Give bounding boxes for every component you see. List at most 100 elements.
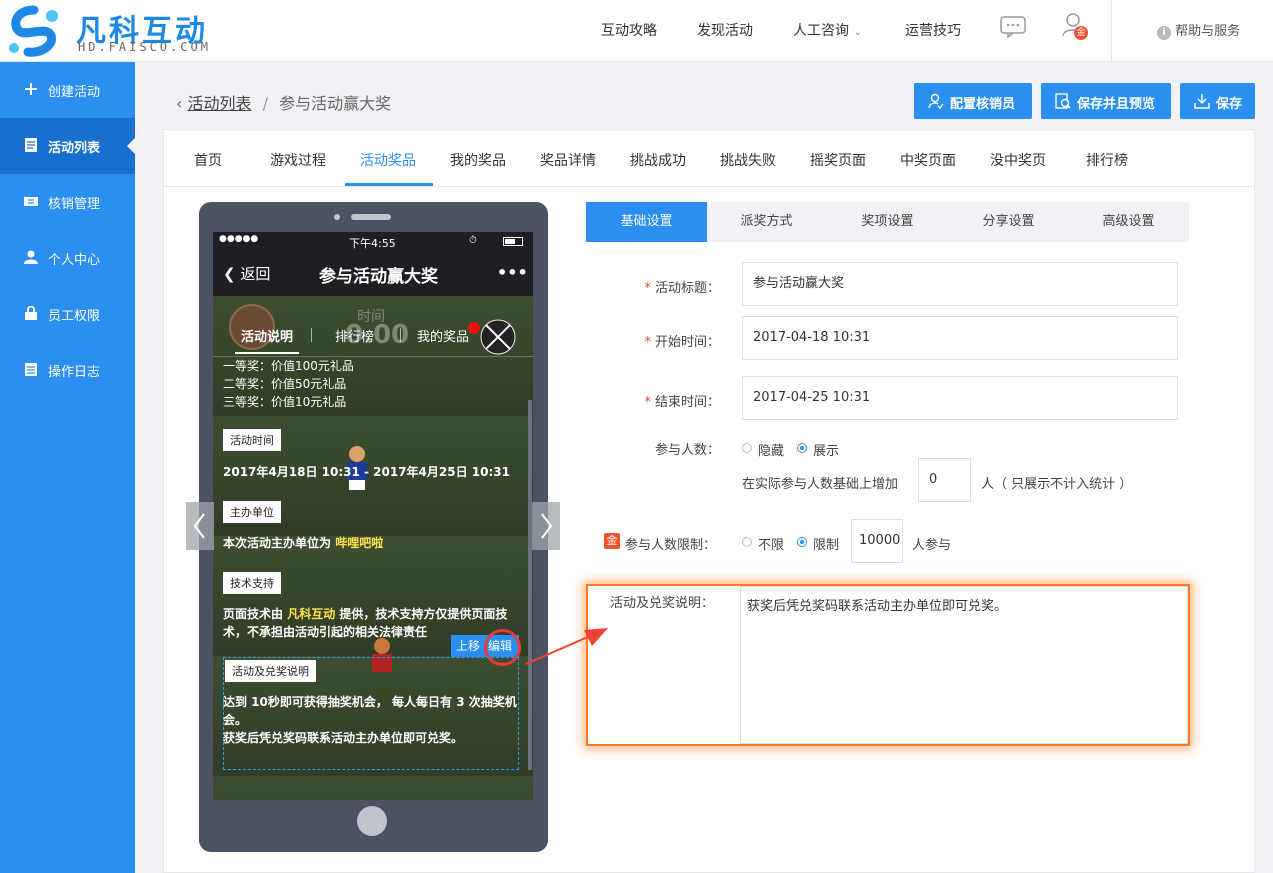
tab-prize-detail[interactable]: 奖品详情 — [540, 150, 596, 170]
tab-leaderboard[interactable]: 排行榜 — [1086, 150, 1128, 170]
message-icon[interactable] — [1000, 16, 1026, 38]
phone-camera — [334, 214, 340, 220]
chevron-left-icon[interactable]: ‹ — [176, 94, 182, 113]
tab-no-win-page[interactable]: 没中奖页 — [990, 150, 1046, 170]
participants-label: 参与人数： — [654, 443, 720, 458]
topnav-consult-label: 人工咨询 — [793, 23, 849, 39]
account-menu[interactable]: 金 — [1062, 13, 1088, 41]
sidebar-item-staff[interactable]: 员工权限 — [0, 286, 135, 342]
sidebar-item-log[interactable]: 操作日志 — [0, 342, 135, 398]
tab-game-process[interactable]: 游戏过程 — [270, 150, 326, 170]
tab-win-page[interactable]: 中奖页面 — [900, 150, 956, 170]
settings-tab-share[interactable]: 分享设置 — [948, 202, 1069, 242]
tab-lottery-page[interactable]: 摇奖页面 — [810, 150, 866, 170]
end-label-text: 结束时间： — [654, 395, 720, 410]
host-text-prefix: 本次活动主办单位为 — [223, 536, 332, 550]
sidebar-item-label: 操作日志 — [48, 365, 101, 380]
sidebar-item-label: 个人中心 — [48, 253, 101, 268]
more-icon[interactable]: ••• — [497, 263, 528, 282]
required-mark: * — [644, 281, 651, 296]
top-bar: 凡科互动 HD.FAISCO.COM 互动攻略 发现活动 人工咨询 ⌄ 运营技巧… — [0, 0, 1273, 62]
participants-extra-input[interactable]: 0 — [918, 458, 971, 502]
settings-tab-basic[interactable]: 基础设置 — [586, 202, 707, 242]
required-mark: * — [644, 335, 651, 350]
phone-tab-myprizes[interactable]: 我的奖品 — [417, 326, 469, 345]
section-tag-time: 活动时间 — [223, 429, 281, 451]
phone-tab-underline — [235, 352, 299, 354]
next-page-button[interactable] — [532, 502, 560, 550]
tab-activity-prizes[interactable]: 活动奖品 — [360, 150, 416, 170]
phone-tab-rules[interactable]: 活动说明 — [241, 326, 293, 345]
desc-field-label: 活动及兑奖说明： — [610, 596, 715, 611]
tab-challenge-success[interactable]: 挑战成功 — [630, 150, 686, 170]
sidebar-item-label: 员工权限 — [48, 309, 101, 324]
topnav-discover[interactable]: 发现活动 — [697, 20, 753, 40]
participants-extra-note: 人（ 只展示不计入统计 ） — [981, 477, 1133, 492]
sidebar-item-label: 核销管理 — [48, 197, 101, 212]
user-icon — [24, 250, 38, 264]
move-up-button[interactable]: 上移 — [451, 635, 485, 657]
sidebar-item-activity-list[interactable]: 活动列表 — [0, 118, 135, 174]
tech-brand: 凡科互动 — [287, 607, 336, 621]
limit-count-input[interactable]: 10000 — [851, 519, 903, 563]
help-link[interactable]: i 帮助与服务 — [1157, 20, 1240, 40]
phone-scrollbar[interactable] — [528, 400, 532, 770]
list-icon — [25, 138, 37, 152]
prev-page-button[interactable] — [186, 502, 214, 550]
start-label-text: 开始时间： — [654, 335, 720, 350]
host-name: 哔哩吧啦 — [335, 536, 384, 550]
info-icon: i — [1157, 26, 1171, 40]
plus-icon — [25, 83, 37, 95]
phone-tab-leaderboard[interactable]: 排行榜 — [335, 326, 374, 345]
faisco-logo-icon[interactable] — [4, 4, 64, 58]
sidebar-item-label: 活动列表 — [48, 141, 101, 156]
chevron-left-icon — [193, 513, 205, 539]
alarm-icon: ⏱ — [469, 235, 477, 246]
end-time-input[interactable]: 2017-04-25 10:31 — [742, 376, 1178, 420]
sidebar-item-profile[interactable]: 个人中心 — [0, 230, 135, 286]
radio-hide-label: 隐藏 — [758, 444, 785, 459]
config-verifier-button[interactable]: 配置核销员 — [914, 83, 1032, 119]
close-icon[interactable] — [479, 318, 517, 356]
settings-tab-advanced[interactable]: 高级设置 — [1068, 202, 1189, 242]
lock-icon — [25, 306, 37, 320]
sidebar-item-verify[interactable]: 核销管理 — [0, 174, 135, 230]
radio-unlimited[interactable] — [742, 537, 752, 547]
participants-extra-label: 在实际参与人数基础上增加 — [742, 477, 899, 492]
topnav-consult[interactable]: 人工咨询 ⌄ — [793, 20, 862, 40]
radio-limited[interactable] — [797, 537, 807, 547]
tab-my-prizes[interactable]: 我的奖品 — [450, 150, 506, 170]
status-time: 下午4:55 — [349, 237, 396, 250]
desc-textarea[interactable]: 获奖后凭兑奖码联系活动主办单位即可兑奖。 — [740, 586, 1188, 744]
phone-tab-divider — [400, 328, 401, 342]
tech-text-prefix: 页面技术由 — [223, 607, 284, 621]
phone-back-button[interactable]: ❮ 返回 — [223, 263, 270, 284]
annotation-arrow — [525, 628, 608, 665]
radio-hide[interactable] — [742, 443, 752, 453]
end-field-label: * 结束时间： — [600, 391, 720, 410]
tab-challenge-fail[interactable]: 挑战失败 — [720, 150, 776, 170]
preview-icon — [1055, 93, 1071, 109]
settings-tab-award[interactable]: 派奖方式 — [706, 202, 827, 242]
topnav-ops[interactable]: 运营技巧 — [905, 20, 961, 40]
verifier-icon — [928, 93, 944, 109]
desc-field-highlight: 活动及兑奖说明： 获奖后凭兑奖码联系活动主办单位即可兑奖。 — [586, 584, 1190, 746]
chevron-down-icon: ⌄ — [853, 27, 862, 38]
start-time-input[interactable]: 2017-04-18 10:31 — [742, 316, 1178, 360]
sidebar: 创建活动 活动列表 核销管理 个人中心 员工权限 操作日志 — [0, 62, 135, 873]
required-mark: * — [644, 395, 651, 410]
title-input[interactable]: 参与活动赢大奖 — [742, 262, 1178, 306]
prize-item: 三等奖：价值10元礼品 — [223, 395, 347, 409]
breadcrumb-separator: / — [262, 94, 268, 113]
section-tag-tech: 技术支持 — [223, 572, 281, 594]
prize-item: 二等奖：价值50元礼品 — [223, 377, 347, 391]
save-preview-button[interactable]: 保存并且预览 — [1041, 83, 1171, 119]
sidebar-item-create[interactable]: 创建活动 — [0, 62, 135, 118]
save-button[interactable]: 保存 — [1180, 83, 1255, 119]
breadcrumb-back-link[interactable]: 活动列表 — [188, 94, 252, 113]
tab-home[interactable]: 首页 — [194, 150, 222, 170]
settings-tab-prize[interactable]: 奖项设置 — [827, 202, 948, 242]
signal-icon: ●●●●● — [219, 234, 259, 244]
topnav-strategy[interactable]: 互动攻略 — [601, 20, 657, 40]
radio-show[interactable] — [797, 443, 807, 453]
